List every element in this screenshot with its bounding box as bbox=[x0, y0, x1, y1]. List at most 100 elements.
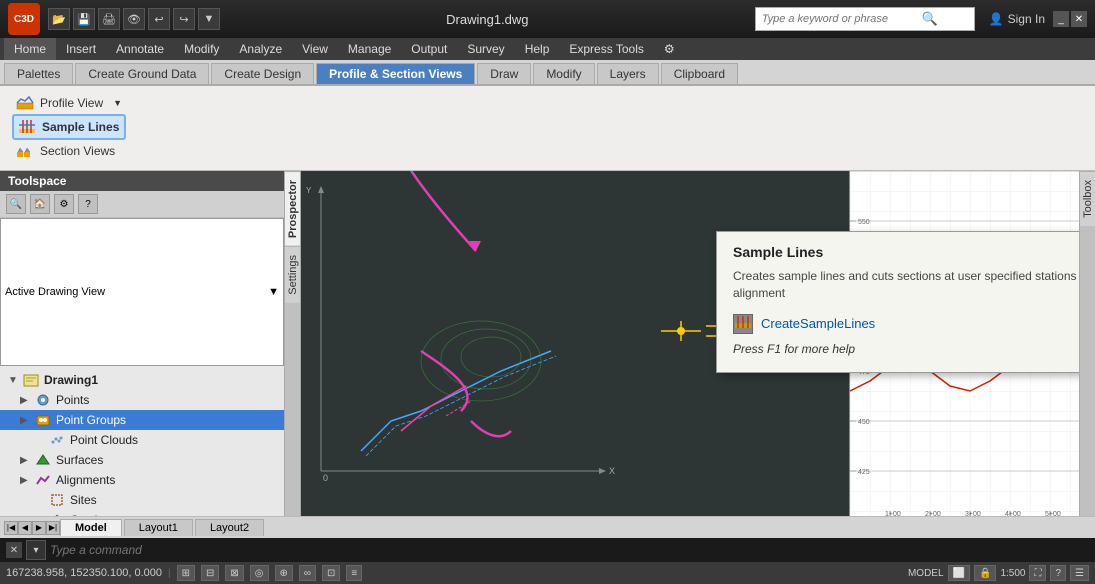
window-controls: _ ✕ bbox=[1053, 11, 1087, 27]
toolspace-settings-btn[interactable]: ⚙ bbox=[54, 194, 74, 214]
svg-text:1+00: 1+00 bbox=[885, 511, 901, 516]
open-button[interactable]: 📂 bbox=[48, 8, 70, 30]
toolspace-help-btn[interactable]: ? bbox=[78, 194, 98, 214]
profile-view-label: Profile View bbox=[40, 96, 103, 110]
tree-item-alignments[interactable]: ▶ Alignments bbox=[0, 470, 284, 490]
grid-btn[interactable]: ⊟ bbox=[201, 565, 219, 581]
ribbon-content: Profile View ▼ Sample Lines bbox=[0, 86, 1095, 171]
save-button[interactable]: 💾 bbox=[73, 8, 95, 30]
tab-create-design[interactable]: Create Design bbox=[211, 63, 314, 84]
toolspace-search-btn[interactable]: 🔍 bbox=[6, 194, 26, 214]
tab-nav-prev[interactable]: ◀ bbox=[18, 521, 32, 535]
osnap-btn[interactable]: ⊕ bbox=[275, 565, 293, 581]
ucs-btn[interactable]: ⊡ bbox=[322, 565, 340, 581]
menu-view[interactable]: View bbox=[292, 38, 338, 60]
menu-express-tools[interactable]: Express Tools bbox=[559, 38, 653, 60]
tree-item-surfaces[interactable]: ▶ Surfaces bbox=[0, 450, 284, 470]
lock-btn[interactable]: 🔒 bbox=[974, 565, 996, 581]
popup-command-link[interactable]: CreateSampleLines bbox=[761, 316, 875, 331]
view-selector-arrow: ▼ bbox=[268, 286, 279, 298]
tab-clipboard[interactable]: Clipboard bbox=[661, 63, 738, 84]
menu-bar: Home Insert Annotate Modify Analyze View… bbox=[0, 38, 1095, 60]
minimize-button[interactable]: _ bbox=[1053, 11, 1069, 27]
sample-lines-popup: Sample Lines Creates sample lines and cu… bbox=[716, 231, 1079, 373]
menu-survey[interactable]: Survey bbox=[457, 38, 514, 60]
svg-text:Y: Y bbox=[306, 186, 312, 195]
undo-button[interactable]: ↩ bbox=[148, 8, 170, 30]
status-bar: 167238.958, 152350.100, 0.000 | ⊞ ⊟ ⊠ ◎ … bbox=[0, 562, 1095, 584]
tab-modify[interactable]: Modify bbox=[533, 63, 594, 84]
tree-item-catchments[interactable]: ▶ Catchments bbox=[0, 510, 284, 516]
model-toggle-btn[interactable]: ⬜ bbox=[948, 565, 970, 581]
otrack-btn[interactable]: ∞ bbox=[299, 565, 316, 581]
tab-draw[interactable]: Draw bbox=[477, 63, 531, 84]
redo-button[interactable]: ↪ bbox=[173, 8, 195, 30]
tab-layers[interactable]: Layers bbox=[597, 63, 659, 84]
canvas-area[interactable]: 0 Y X bbox=[301, 171, 1079, 516]
surfaces-expander: ▶ bbox=[20, 455, 34, 466]
tab-layout1[interactable]: Layout1 bbox=[124, 519, 193, 536]
menu-modify[interactable]: Modify bbox=[174, 38, 229, 60]
sign-in-button[interactable]: 👤 Sign In bbox=[989, 12, 1045, 26]
menu-output[interactable]: Output bbox=[401, 38, 457, 60]
alignments-expander: ▶ bbox=[20, 475, 34, 486]
customize-btn[interactable]: ☰ bbox=[1070, 565, 1089, 581]
tree-item-point-groups[interactable]: ▶ Point Groups bbox=[0, 410, 284, 430]
tree-root-label: Drawing1 bbox=[44, 373, 98, 387]
svg-text:0: 0 bbox=[323, 473, 328, 483]
tab-settings[interactable]: Settings bbox=[285, 246, 300, 303]
tab-model[interactable]: Model bbox=[60, 519, 122, 536]
tree-item-point-clouds[interactable]: ▶ Point Clouds bbox=[0, 430, 284, 450]
tab-create-ground-data[interactable]: Create Ground Data bbox=[75, 63, 209, 84]
tab-nav-end[interactable]: ▶| bbox=[46, 521, 60, 535]
lineweight-btn[interactable]: ≡ bbox=[346, 565, 362, 581]
profile-view-icon bbox=[16, 94, 34, 112]
svg-text:425: 425 bbox=[858, 469, 870, 476]
tree-root-drawing1[interactable]: ▼ Drawing1 bbox=[0, 370, 284, 390]
tab-nav-next[interactable]: ▶ bbox=[32, 521, 46, 535]
tab-profile-section-views[interactable]: Profile & Section Views bbox=[316, 63, 475, 84]
sample-lines-icon bbox=[18, 118, 36, 136]
point-groups-expander: ▶ bbox=[20, 415, 34, 426]
snap-btn[interactable]: ⊞ bbox=[177, 565, 195, 581]
menu-insert[interactable]: Insert bbox=[56, 38, 106, 60]
view-selector[interactable]: Active Drawing View ▼ bbox=[0, 218, 284, 366]
tab-prospector[interactable]: Prospector bbox=[285, 171, 300, 246]
main-layout: Toolspace 🔍 🏠 ⚙ ? Active Drawing View ▼ … bbox=[0, 171, 1095, 516]
alignments-icon bbox=[34, 472, 52, 488]
search-icon[interactable]: 🔍 bbox=[922, 11, 938, 27]
cmd-arrow-button[interactable]: ▾ bbox=[26, 540, 46, 560]
menu-home[interactable]: Home bbox=[4, 38, 56, 60]
polar-btn[interactable]: ◎ bbox=[250, 565, 269, 581]
menu-annotate[interactable]: Annotate bbox=[106, 38, 174, 60]
command-input[interactable] bbox=[50, 543, 1089, 557]
ortho-btn[interactable]: ⊠ bbox=[225, 565, 243, 581]
tab-palettes[interactable]: Palettes bbox=[4, 63, 73, 84]
plot-button[interactable]: 🖨 bbox=[98, 8, 120, 30]
tree-item-sites[interactable]: ▶ Sites bbox=[0, 490, 284, 510]
popup-help-text: Press F1 for more help bbox=[733, 342, 1079, 356]
search-bar: 🔍 bbox=[755, 7, 975, 31]
search-input[interactable] bbox=[762, 13, 922, 25]
sample-lines-item[interactable]: Sample Lines bbox=[12, 114, 126, 140]
svg-text:550: 550 bbox=[858, 219, 870, 226]
print-preview-button[interactable]: 👁 bbox=[123, 8, 145, 30]
menu-settings[interactable]: ⚙ bbox=[654, 38, 685, 60]
drawing-icon bbox=[22, 372, 40, 388]
points-icon bbox=[34, 392, 52, 408]
profile-view-item[interactable]: Profile View ▼ bbox=[12, 92, 126, 114]
section-views-item[interactable]: Section Views bbox=[12, 140, 126, 162]
menu-help[interactable]: Help bbox=[515, 38, 560, 60]
menu-manage[interactable]: Manage bbox=[338, 38, 401, 60]
toolspace-home-btn[interactable]: 🏠 bbox=[30, 194, 50, 214]
tab-toolbox[interactable]: Toolbox bbox=[1080, 171, 1095, 226]
tree-item-points[interactable]: ▶ Points bbox=[0, 390, 284, 410]
help-btn[interactable]: ? bbox=[1050, 565, 1066, 581]
tab-nav-start[interactable]: |◀ bbox=[4, 521, 18, 535]
tab-layout2[interactable]: Layout2 bbox=[195, 519, 264, 536]
menu-analyze[interactable]: Analyze bbox=[229, 38, 292, 60]
more-button[interactable]: ▼ bbox=[198, 8, 220, 30]
fullscreen-btn[interactable]: ⛶ bbox=[1029, 565, 1046, 581]
close-app-button[interactable]: ✕ bbox=[1071, 11, 1087, 27]
cmd-close-button[interactable]: ✕ bbox=[6, 542, 22, 558]
